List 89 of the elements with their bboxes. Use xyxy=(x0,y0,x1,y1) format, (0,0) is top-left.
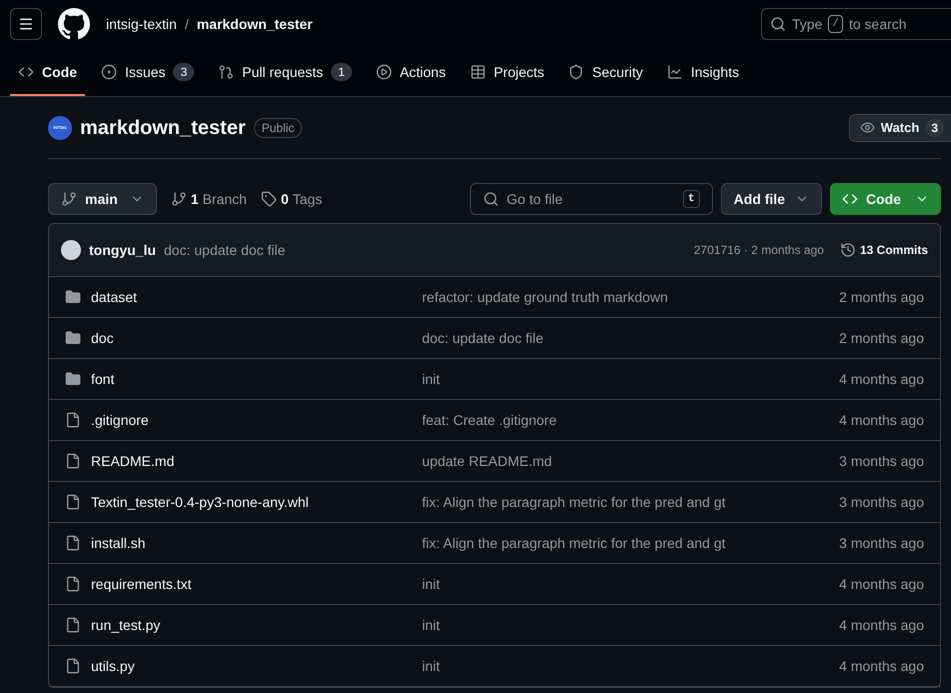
commit-time: 3 months ago xyxy=(839,452,924,471)
user-avatar xyxy=(61,240,81,260)
go-to-file-field[interactable]: Go to file t xyxy=(470,183,713,215)
commit-hash-time: 2701716 · 2 months ago xyxy=(694,242,824,259)
search-icon xyxy=(482,191,499,207)
repo-tab[interactable]: Issues 3 xyxy=(93,50,202,96)
commit-time: 2 months ago xyxy=(839,328,924,348)
file-icon xyxy=(65,617,81,633)
branch-selector[interactable]: main xyxy=(48,183,157,215)
file-icon xyxy=(65,535,81,551)
eye-icon xyxy=(860,120,875,135)
search-field[interactable]: Type / to search xyxy=(761,8,951,40)
repo-tab[interactable]: Security xyxy=(560,50,651,96)
field-placeholder: Go to file xyxy=(506,190,564,208)
file-name-link[interactable]: run_test.py xyxy=(91,614,160,636)
history-icon xyxy=(840,242,856,258)
file-name-link[interactable]: .gitignore xyxy=(91,410,149,430)
shield-icon xyxy=(568,64,584,80)
file-name-link[interactable]: doc xyxy=(91,328,114,348)
repo-tab[interactable]: Actions xyxy=(368,50,454,96)
owner-link[interactable]: intsig-textin xyxy=(106,14,177,34)
octocat-logo-icon[interactable] xyxy=(58,8,90,40)
file-name-link[interactable]: dataset xyxy=(91,286,137,308)
file-name-link[interactable]: font xyxy=(91,368,114,390)
search-icon xyxy=(770,16,786,32)
file-name-link[interactable]: utils.py xyxy=(91,656,135,676)
repo-tab[interactable]: Insights xyxy=(658,50,748,96)
visibility-label: Public xyxy=(254,118,302,138)
branches-link[interactable]: 1 Branch xyxy=(170,188,247,210)
menu-icon xyxy=(18,16,34,32)
branch-icon xyxy=(61,191,77,207)
count-badge: 3 xyxy=(173,63,194,81)
search-placeholder: Type xyxy=(792,14,822,34)
file-icon xyxy=(65,412,81,428)
add-file-button[interactable]: Add file xyxy=(720,183,822,215)
search-placeholder: to search xyxy=(848,14,907,34)
file-icon xyxy=(65,658,81,674)
repo-link[interactable]: markdown_tester xyxy=(196,14,313,34)
watch-button[interactable]: Watch 3 xyxy=(848,114,951,142)
graph-icon xyxy=(666,64,683,80)
commit-message-link[interactable]: fix: Align the paragraph metric for the pred and gt xyxy=(422,532,840,554)
author-link[interactable]: tongyu_lu xyxy=(89,240,156,260)
file-icon xyxy=(65,494,81,510)
commit-time: 4 months ago xyxy=(839,656,924,676)
file-name-link[interactable]: README.md xyxy=(91,450,174,472)
repo-tab[interactable]: Code xyxy=(10,50,85,96)
commit-message-link[interactable]: init xyxy=(422,656,840,676)
file-name-link[interactable]: requirements.txt xyxy=(91,574,192,594)
commit-time: 4 months ago xyxy=(839,370,924,389)
commits-link[interactable]: 13 Commits xyxy=(840,241,928,259)
commit-message-link[interactable]: feat: Create .gitignore xyxy=(422,410,840,430)
commit-message-link[interactable]: refactor: update ground truth markdown xyxy=(422,286,840,308)
path-separator: / xyxy=(184,14,189,34)
folder-icon xyxy=(65,289,81,305)
repo-name: markdown_tester xyxy=(80,116,246,140)
file-icon xyxy=(65,576,81,592)
file-name-link[interactable]: install.sh xyxy=(91,532,146,554)
commit-time: 3 months ago xyxy=(839,492,924,512)
commit-time: 4 months ago xyxy=(839,410,924,430)
circle-dot-icon xyxy=(101,64,117,80)
file-icon xyxy=(65,453,81,469)
play-icon xyxy=(376,64,392,80)
count-badge: 3 xyxy=(925,118,944,136)
commit-time: 3 months ago xyxy=(839,534,924,553)
commit-time: 4 months ago xyxy=(839,616,924,635)
commit-message-link[interactable]: update README.md xyxy=(422,450,840,472)
commit-time: 4 months ago xyxy=(839,574,924,594)
commit-message-link[interactable]: fix: Align the paragraph metric for the pred and gt xyxy=(422,492,840,512)
commit-message-link[interactable]: init xyxy=(422,614,840,636)
folder-icon xyxy=(65,371,81,387)
pull-request-icon xyxy=(218,64,234,80)
commit-message: doc: update doc file xyxy=(164,240,286,260)
code-button[interactable]: Code xyxy=(830,183,941,215)
tag-icon xyxy=(260,191,277,207)
branch-icon xyxy=(170,191,187,207)
keyboard-shortcut: t xyxy=(683,190,700,208)
keyboard-shortcut: / xyxy=(828,14,843,34)
table-icon xyxy=(470,64,486,80)
commit-time: 2 months ago xyxy=(839,288,924,307)
repo-tab[interactable]: Pull requests 1 xyxy=(210,50,360,96)
commit-message-link[interactable]: init xyxy=(422,574,840,594)
menu-button[interactable] xyxy=(10,8,42,40)
tags-link[interactable]: 0 Tags xyxy=(260,188,322,210)
commit-message-link[interactable]: init xyxy=(422,368,840,390)
folder-icon xyxy=(65,330,81,346)
repo-tab[interactable]: Projects xyxy=(462,50,552,96)
count-badge: 1 xyxy=(331,63,352,81)
file-name-link[interactable]: Textin_tester-0.4-py3-none-any.whl xyxy=(91,492,309,512)
commit-message-link[interactable]: doc: update doc file xyxy=(422,328,840,348)
